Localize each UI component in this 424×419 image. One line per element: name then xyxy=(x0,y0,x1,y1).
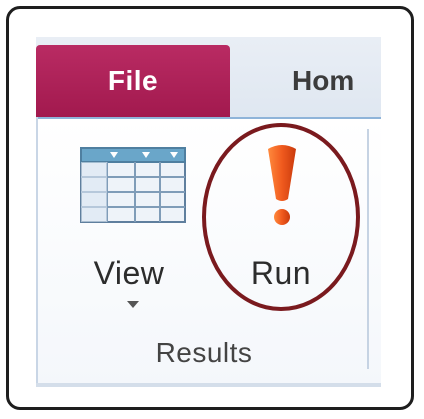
chevron-down-icon[interactable] xyxy=(127,301,139,308)
run-button-label: Run xyxy=(250,255,312,291)
tab-home-label: Hom xyxy=(292,65,355,96)
datasheet-view-icon xyxy=(80,147,186,223)
view-button[interactable]: View xyxy=(76,137,186,327)
tab-file[interactable]: File xyxy=(36,45,230,117)
run-button[interactable]: Run xyxy=(226,137,336,327)
group-label-results: Results xyxy=(155,337,253,368)
group-bottom-border xyxy=(36,383,381,387)
view-button-label: View xyxy=(93,255,165,291)
ribbon-tab-strip: File Hom xyxy=(36,37,381,117)
tab-file-label: File xyxy=(107,65,159,96)
tab-home[interactable]: Hom xyxy=(292,45,354,117)
exclamation-run-icon xyxy=(268,145,296,225)
screenshot-frame: File Hom View Run Results xyxy=(6,6,414,410)
ribbon: File Hom View Run Results xyxy=(36,37,381,387)
panel-edge xyxy=(36,117,38,387)
group-divider xyxy=(367,129,369,369)
